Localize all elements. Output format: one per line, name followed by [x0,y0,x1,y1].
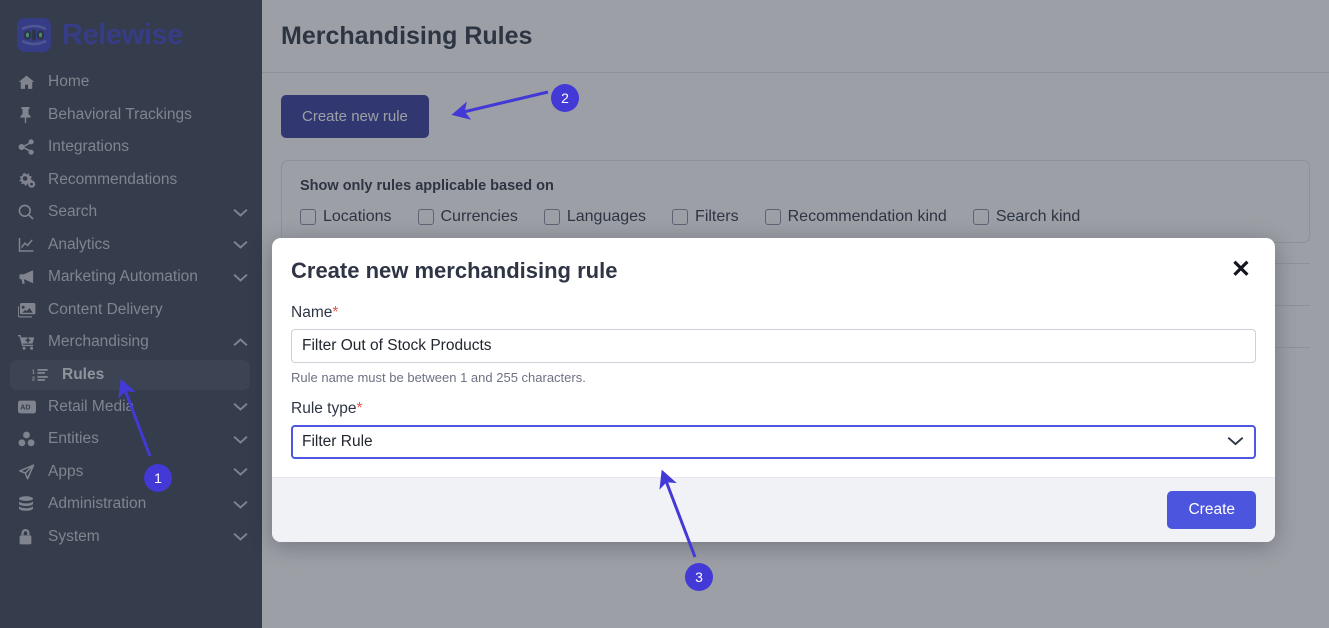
name-label-text: Name [291,304,332,321]
modal-body: Name* Rule name must be between 1 and 25… [272,288,1275,477]
rule-type-label-text: Rule type [291,400,356,417]
rule-type-select[interactable] [291,425,1256,459]
modal-title: Create new merchandising rule [291,258,617,284]
rule-type-field-label: Rule type* [291,400,1256,418]
name-field-label: Name* [291,304,1256,322]
rule-name-help-text: Rule name must be between 1 and 255 char… [291,370,1256,385]
create-rule-modal: Create new merchandising rule ✕ Name* Ru… [272,238,1275,542]
rule-name-input[interactable] [291,329,1256,363]
app-root: Relewise Home Behavioral Trackings [0,0,1329,628]
modal-footer: Create [272,477,1275,542]
required-marker: * [332,304,338,321]
close-icon[interactable]: ✕ [1229,258,1253,282]
required-marker: * [356,400,362,417]
rule-type-select-wrapper [291,425,1256,459]
modal-header: Create new merchandising rule ✕ [272,238,1275,288]
create-button[interactable]: Create [1167,491,1256,529]
